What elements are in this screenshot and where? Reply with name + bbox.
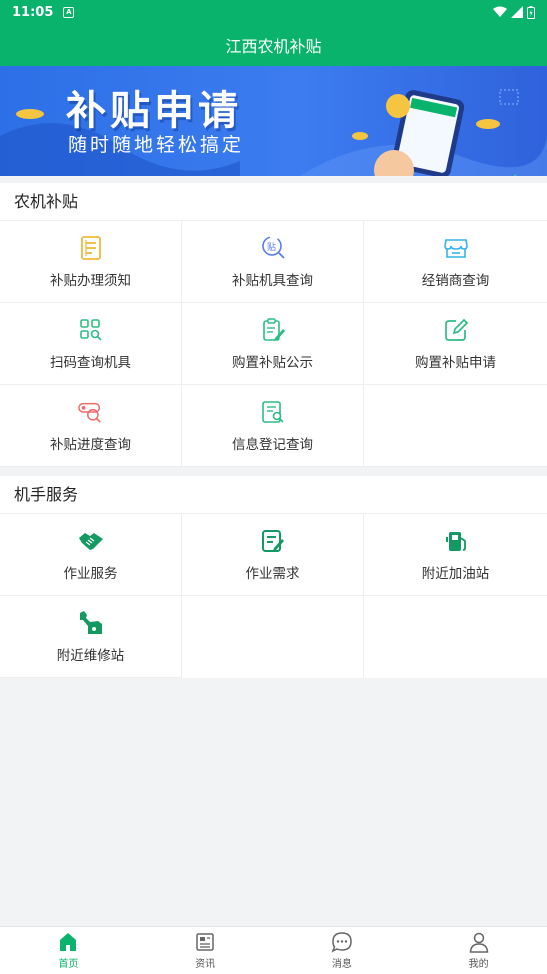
message-icon (331, 932, 352, 953)
page-title: 江西农机补贴 (225, 37, 322, 56)
tab-profile[interactable]: 我的 (410, 927, 547, 974)
tab-messages[interactable]: 消息 (274, 927, 411, 974)
tab-home[interactable]: 首页 (0, 927, 137, 974)
svg-text:贴: 贴 (267, 241, 276, 253)
item-label: 补贴办理须知 (50, 272, 131, 289)
item-label: 扫码查询机具 (50, 354, 131, 371)
promo-banner[interactable]: 补贴申请 随时随地轻松搞定 (0, 66, 547, 176)
notification-icon: A (63, 6, 75, 18)
repair-icon (78, 610, 104, 636)
register-search-icon (260, 399, 286, 425)
item-label: 作业需求 (245, 565, 300, 582)
status-bar: 11:05 A (0, 0, 547, 24)
tab-label: 首页 (58, 959, 79, 970)
nearby-gas-station-item[interactable]: 附近加油站 (364, 514, 547, 596)
news-icon (196, 933, 214, 951)
farm-subsidy-section: 农机补贴 补贴办理须知 贴 补贴机具查询 经销商查询 扫码查询机具 购置补贴公示… (0, 183, 547, 467)
work-service-item[interactable]: 作业服务 (0, 514, 182, 596)
subsidy-machine-query-item[interactable]: 贴 补贴机具查询 (182, 221, 364, 303)
handshake-icon (78, 528, 104, 554)
farm-subsidy-grid: 补贴办理须知 贴 补贴机具查询 经销商查询 扫码查询机具 购置补贴公示 购置补贴… (0, 221, 547, 467)
profile-icon (469, 932, 488, 953)
progress-search-icon (77, 399, 104, 425)
bottom-tab-bar: 首页 资讯 消息 我的 (0, 926, 547, 974)
store-icon (443, 235, 469, 261)
subsidy-apply-item[interactable]: 购置补贴申请 (364, 303, 547, 385)
banner-subtitle: 随时随地轻松搞定 (68, 134, 245, 156)
item-label: 附近加油站 (421, 565, 490, 582)
operator-service-grid: 作业服务 作业需求 附近加油站 附近维修站 (0, 514, 547, 678)
document-icon (78, 235, 104, 261)
status-time: 11:05 (12, 4, 54, 20)
item-label: 作业服务 (63, 565, 118, 582)
gas-station-icon (443, 528, 469, 554)
operator-service-section: 机手服务 作业服务 作业需求 附近加油站 附近维修站 (0, 476, 547, 678)
subsidy-notice-item[interactable]: 购置补贴公示 (182, 303, 364, 385)
empty-cell (182, 596, 364, 678)
home-icon (60, 933, 77, 951)
status-icons (493, 5, 535, 19)
wifi-icon (493, 6, 507, 17)
work-request-item[interactable]: 作业需求 (182, 514, 364, 596)
tab-news[interactable]: 资讯 (137, 927, 274, 974)
tab-label: 消息 (331, 959, 352, 970)
battery-icon (527, 5, 535, 19)
item-label: 补贴进度查询 (50, 436, 131, 453)
subsidy-search-icon: 贴 (260, 235, 286, 261)
edit-icon (443, 317, 469, 343)
notice-icon (260, 317, 286, 343)
request-icon (260, 528, 286, 554)
signal-icon (511, 6, 523, 18)
item-label: 信息登记查询 (232, 436, 313, 453)
tab-label: 我的 (468, 959, 489, 970)
item-label: 经销商查询 (421, 272, 490, 289)
item-label: 购置补贴公示 (232, 354, 313, 371)
section-title: 机手服务 (0, 476, 547, 514)
tab-label: 资讯 (195, 959, 216, 970)
item-label: 补贴机具查询 (232, 272, 313, 289)
empty-cell (364, 385, 547, 467)
banner-title: 补贴申请 (66, 88, 242, 134)
subsidy-progress-item[interactable]: 补贴进度查询 (0, 385, 182, 467)
item-label: 附近维修站 (56, 647, 125, 664)
subsidy-guide-item[interactable]: 补贴办理须知 (0, 221, 182, 303)
info-register-query-item[interactable]: 信息登记查询 (182, 385, 364, 467)
qr-scan-icon (78, 317, 104, 343)
empty-cell (364, 596, 547, 678)
dealer-query-item[interactable]: 经销商查询 (364, 221, 547, 303)
app-title-bar: 江西农机补贴 (0, 24, 547, 66)
nearby-repair-station-item[interactable]: 附近维修站 (0, 596, 182, 678)
item-label: 购置补贴申请 (415, 354, 496, 371)
section-title: 农机补贴 (0, 183, 547, 221)
scan-query-item[interactable]: 扫码查询机具 (0, 303, 182, 385)
